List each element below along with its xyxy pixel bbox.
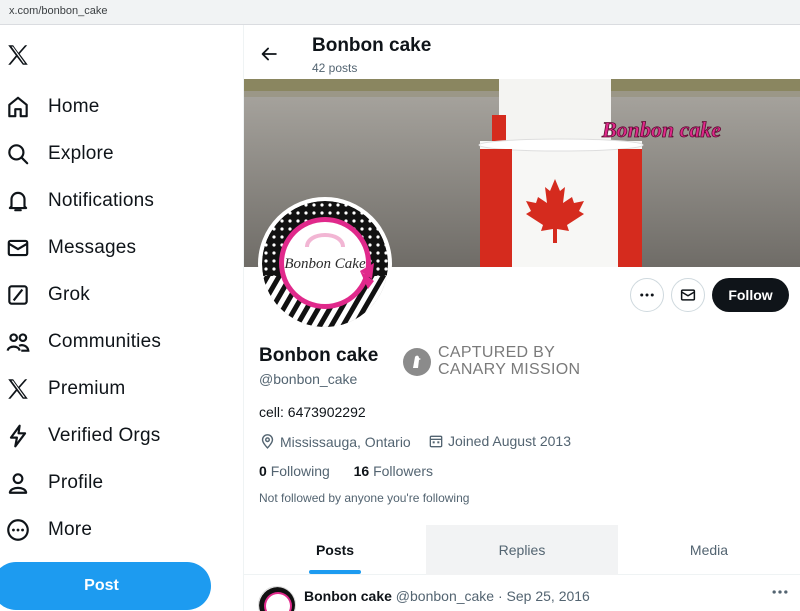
profile-name: Bonbon cake	[259, 345, 379, 366]
sidebar-item-label: Explore	[48, 143, 114, 164]
active-tab-indicator	[309, 570, 361, 574]
avatar[interactable]: Bonbon Cake	[258, 197, 392, 331]
avatar-logo-image: Bonbon Cake	[262, 201, 388, 327]
joined-text: Joined August 2013	[448, 433, 571, 449]
post-button[interactable]: Post	[0, 562, 211, 610]
sidebar-item-grok[interactable]: Grok	[0, 275, 230, 315]
not-followed-note: Not followed by anyone you're following	[259, 491, 470, 505]
back-arrow-icon[interactable]	[258, 43, 280, 65]
tab-media[interactable]: Media	[618, 525, 800, 575]
following-count: 0	[259, 463, 267, 479]
profile-tabs: Posts Replies Media	[244, 525, 800, 575]
sidebar-item-label: Communities	[48, 331, 162, 352]
sidebar-item-verified-orgs[interactable]: Verified Orgs	[0, 416, 230, 456]
sidebar-item-label: Profile	[48, 472, 104, 493]
sidebar-item-label: Grok	[48, 284, 90, 305]
tweet-more-icon[interactable]	[770, 582, 790, 602]
location-text: Mississauga, Ontario	[280, 433, 411, 450]
following-label: Following	[270, 463, 330, 479]
sidebar-item-label: Home	[48, 96, 100, 117]
sidebar-item-home[interactable]: Home	[0, 87, 230, 127]
calendar-icon	[429, 435, 443, 448]
tab-replies[interactable]: Replies	[426, 525, 618, 575]
search-icon	[8, 144, 29, 165]
tweet-avatar-image	[259, 587, 295, 611]
lightning-icon	[9, 424, 27, 448]
communities-icon	[6, 333, 30, 352]
profile-location: Mississauga, Ontario	[259, 433, 411, 450]
tweet-author-handle[interactable]: @bonbon_cake	[396, 588, 494, 604]
sidebar-item-label: More	[48, 519, 93, 540]
envelope-icon	[7, 239, 29, 257]
home-icon	[8, 96, 28, 118]
follow-counts: 0 Following 16 Followers	[259, 463, 433, 479]
sidebar-item-premium[interactable]: Premium	[0, 369, 230, 409]
follow-button[interactable]: Follow	[712, 278, 789, 312]
sidebar-item-messages[interactable]: Messages	[0, 228, 230, 268]
tweet-author-name[interactable]: Bonbon cake	[304, 588, 392, 604]
tab-label: Posts	[315, 542, 355, 558]
sidebar-item-communities[interactable]: Communities	[0, 322, 230, 362]
message-button[interactable]	[671, 278, 705, 312]
following-link[interactable]: 0 Following	[259, 463, 330, 479]
sidebar-item-explore[interactable]: Explore	[0, 134, 230, 174]
tweet-avatar[interactable]	[258, 586, 296, 611]
header-post-count: 42 posts	[312, 61, 358, 75]
tweet-header: Bonbon cake @bonbon_cake · Sep 25, 2016	[304, 588, 590, 604]
tab-posts[interactable]: Posts	[244, 525, 426, 575]
sidebar-item-label: Verified Orgs	[48, 425, 161, 446]
tweet-date[interactable]: · Sep 25, 2016	[498, 588, 590, 604]
location-pin-icon	[261, 434, 274, 449]
banner-brand-text: Bonbon cake	[601, 117, 721, 142]
person-icon	[8, 473, 28, 494]
stamp-line-1: CAPTURED BY	[438, 344, 556, 361]
watermark-stamp: CAPTURED BY CANARY MISSION	[403, 344, 593, 380]
followers-link[interactable]: 16 Followers	[354, 463, 433, 479]
sidebar-item-label: Premium	[48, 378, 126, 399]
tab-label: Replies	[498, 542, 546, 558]
sidebar-item-more[interactable]: More	[0, 510, 230, 550]
profile-joined: Joined August 2013	[428, 433, 571, 449]
canary-seal-icon	[403, 348, 431, 376]
tab-label: Media	[689, 542, 729, 558]
bell-icon	[8, 191, 28, 212]
more-circle-icon	[7, 519, 29, 541]
sidebar-item-label: Messages	[48, 237, 137, 258]
header-title: Bonbon cake	[312, 35, 432, 56]
envelope-icon	[680, 289, 696, 301]
x-logo-icon[interactable]	[5, 42, 31, 68]
sidebar-item-profile[interactable]: Profile	[0, 463, 230, 503]
sidebar-item-label: Notifications	[48, 190, 155, 211]
address-bar[interactable]: x.com/bonbon_cake	[0, 0, 800, 25]
followers-count: 16	[353, 463, 370, 479]
url-text: x.com/bonbon_cake	[9, 5, 108, 17]
followers-label: Followers	[373, 463, 433, 479]
sidebar-item-notifications[interactable]: Notifications	[0, 181, 230, 221]
more-dots-icon	[640, 293, 654, 297]
profile-handle: @bonbon_cake	[259, 371, 358, 387]
grok-icon	[8, 285, 28, 305]
profile-bio: cell: 6473902292	[259, 404, 366, 420]
x-logo-icon	[8, 379, 28, 399]
stamp-line-2: CANARY MISSION	[438, 361, 581, 378]
avatar-brand-text: Bonbon Cake	[284, 256, 366, 272]
more-options-button[interactable]	[630, 278, 664, 312]
